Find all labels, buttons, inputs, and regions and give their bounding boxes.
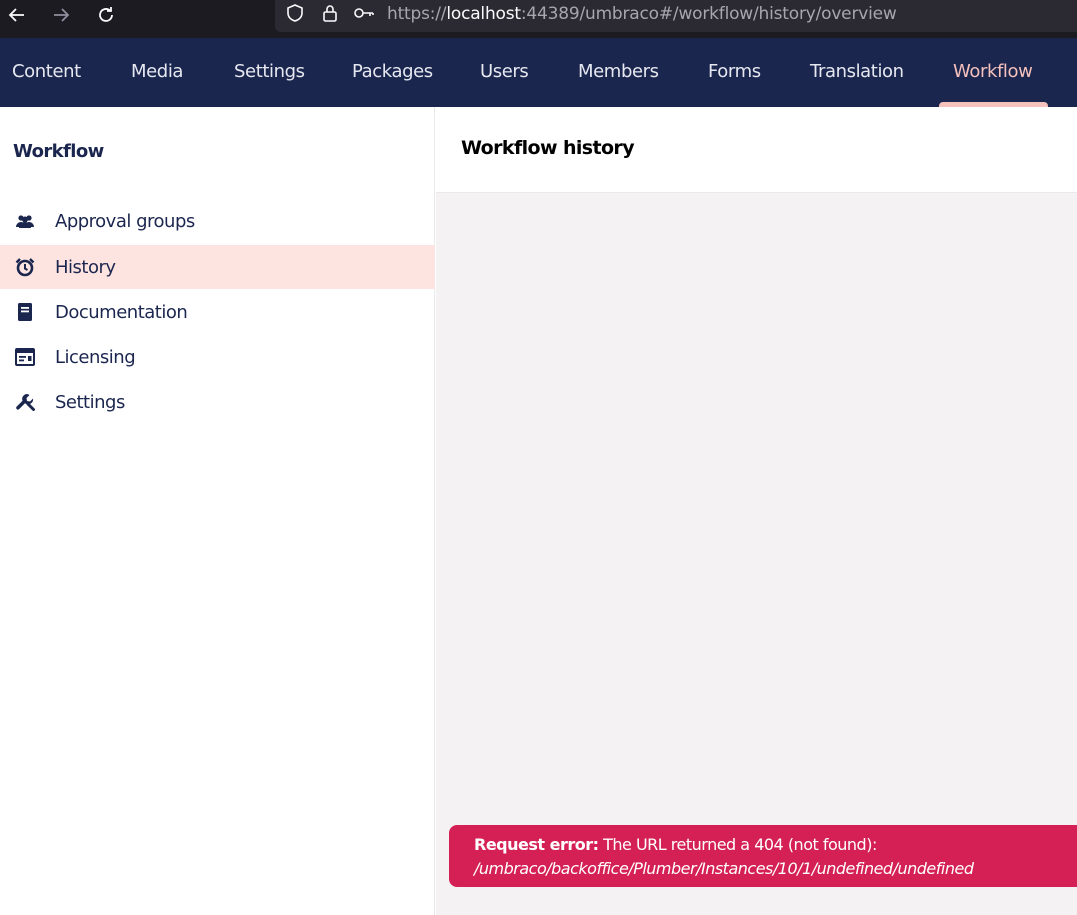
browser-toolbar: https://localhost:44389/umbraco#/workflo…: [0, 0, 1077, 38]
sidebar-item-licensing[interactable]: Licensing: [0, 335, 435, 379]
book-icon: [14, 301, 36, 323]
sidebar-item-label: Approval groups: [55, 210, 195, 232]
url-path: :44389/umbraco#/workflow/history/overvie…: [520, 4, 897, 24]
section-media[interactable]: Media: [131, 38, 183, 107]
sidebar-item-label: Settings: [55, 391, 125, 413]
arrow-right-icon: [54, 8, 70, 22]
tree-title: Workflow: [13, 141, 104, 162]
page-title: Workflow history: [461, 137, 635, 159]
key-icon[interactable]: [353, 2, 375, 24]
main-panel: Workflow history: [436, 107, 1077, 915]
editor-header: Workflow history: [436, 107, 1077, 193]
section-translation[interactable]: Translation: [810, 38, 904, 107]
sidebar-item-approval-groups[interactable]: Approval groups: [0, 199, 435, 243]
error-notification[interactable]: Request error: The URL returned a 404 (n…: [449, 825, 1077, 887]
url-text[interactable]: https://localhost:44389/umbraco#/workflo…: [387, 4, 897, 24]
wrench-icon: [14, 391, 36, 413]
sidebar-item-label: Licensing: [55, 346, 136, 368]
section-workflow[interactable]: Workflow: [953, 38, 1033, 107]
url-scheme: https://: [387, 4, 447, 24]
section-users[interactable]: Users: [480, 38, 529, 107]
section-members[interactable]: Members: [578, 38, 659, 107]
sidebar-item-documentation[interactable]: Documentation: [0, 290, 435, 334]
sidebar-item-label: Documentation: [55, 301, 188, 323]
arrow-left-icon: [8, 8, 24, 22]
notification-label: Request error:: [474, 835, 599, 854]
section-packages[interactable]: Packages: [352, 38, 433, 107]
section-content[interactable]: Content: [12, 38, 81, 107]
shield-icon[interactable]: [284, 2, 306, 24]
users-icon: [14, 210, 36, 232]
license-card-icon: [14, 346, 36, 368]
app-header: Content Media Settings Packages Users Me…: [0, 38, 1077, 107]
sidebar-item-label: History: [55, 256, 116, 278]
back-button[interactable]: [2, 0, 32, 30]
section-settings[interactable]: Settings: [234, 38, 305, 107]
reload-icon: [99, 7, 113, 22]
alarm-clock-icon: [14, 256, 36, 278]
sidebar-item-settings[interactable]: Settings: [0, 380, 435, 424]
reload-button[interactable]: [91, 0, 121, 30]
section-forms[interactable]: Forms: [708, 38, 761, 107]
sidebar: Workflow Approval groups History Documen…: [0, 107, 435, 915]
url-host: localhost: [446, 4, 521, 24]
lock-icon[interactable]: [319, 2, 341, 24]
forward-button[interactable]: [46, 0, 76, 30]
notification-path: /umbraco/backoffice/Plumber/Instances/10…: [474, 859, 974, 878]
sidebar-item-history[interactable]: History: [0, 245, 435, 289]
notification-message: The URL returned a 404 (not found):: [598, 835, 877, 854]
